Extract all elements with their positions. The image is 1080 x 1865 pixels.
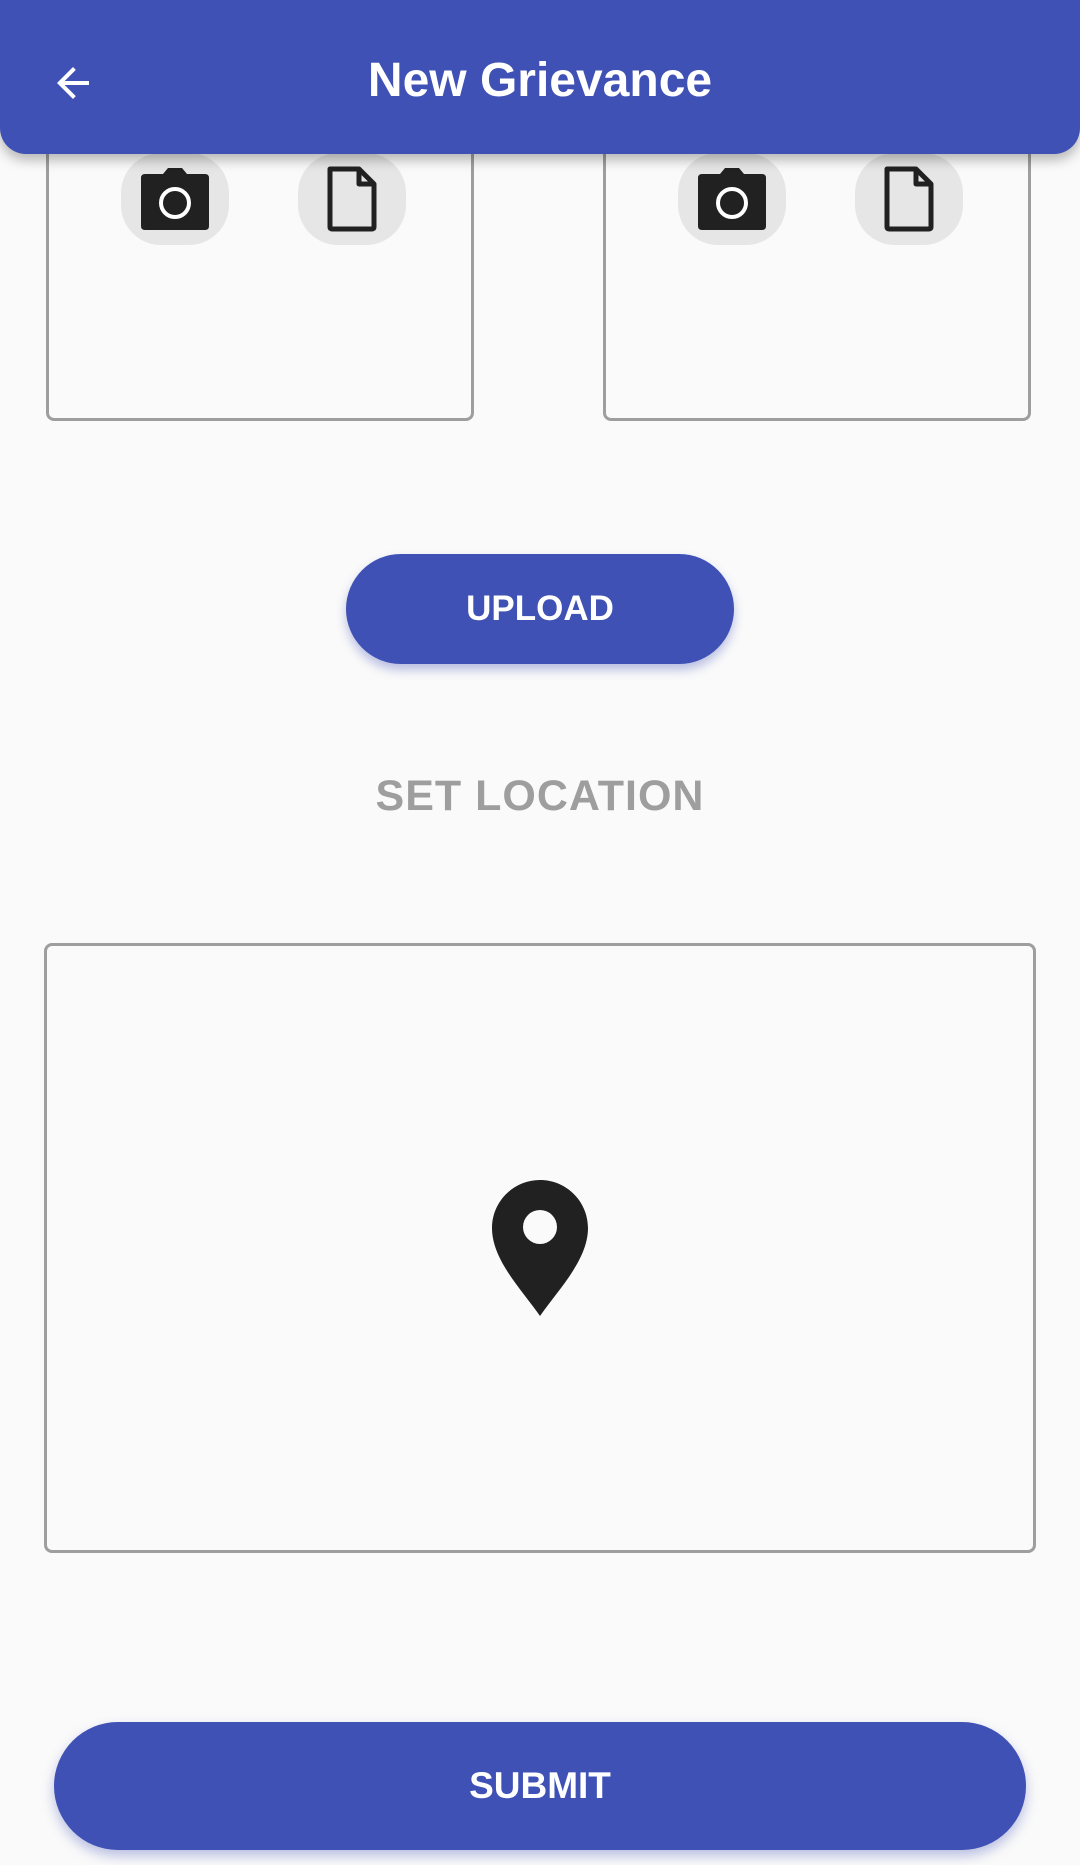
file-button[interactable] — [855, 153, 963, 245]
camera-icon — [698, 168, 766, 230]
location-pin-icon — [492, 1180, 588, 1316]
upload-button[interactable]: UPLOAD — [346, 554, 734, 664]
camera-button[interactable] — [678, 153, 786, 245]
submit-button[interactable]: SUBMIT — [54, 1722, 1026, 1850]
file-button[interactable] — [298, 153, 406, 245]
page-title: New Grievance — [367, 54, 713, 107]
set-location-title: SET LOCATION — [375, 772, 705, 820]
location-map[interactable] — [44, 943, 1036, 1553]
document-icon — [327, 166, 377, 232]
attachment-card — [603, 120, 1031, 421]
camera-button[interactable] — [121, 153, 229, 245]
app-bar: New Grievance — [0, 0, 1080, 154]
camera-icon — [141, 168, 209, 230]
document-icon — [884, 166, 934, 232]
attachment-card — [46, 120, 474, 421]
